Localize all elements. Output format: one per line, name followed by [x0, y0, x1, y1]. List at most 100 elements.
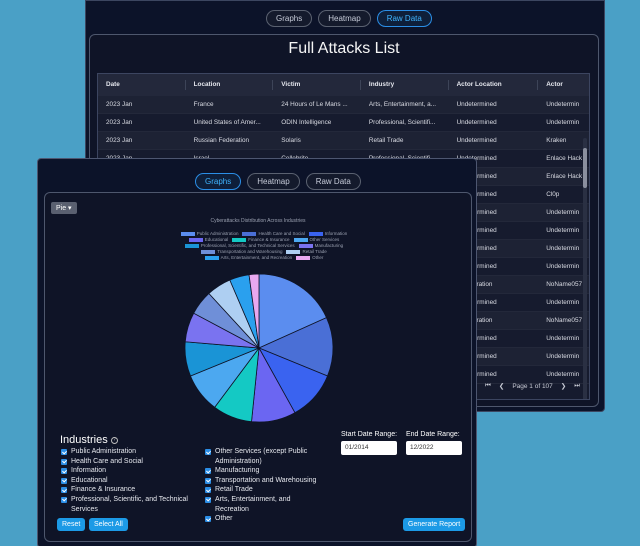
table-cell: ODIN Intelligence — [281, 119, 332, 126]
checkbox-checked-icon[interactable] — [205, 487, 211, 494]
industry-checkbox-row[interactable]: Retail Trade — [205, 485, 323, 495]
checkbox-checked-icon[interactable] — [61, 458, 67, 465]
table-cell: Enlace Hack — [546, 173, 583, 180]
table-cell: Cl0p — [546, 191, 560, 198]
table-cell: Russian Federation — [193, 137, 250, 144]
industry-label: Arts, Entertainment, and Recreation — [215, 495, 291, 513]
table-cell: 2023 Jan — [106, 101, 133, 108]
end-date-input[interactable]: 12/2022 — [406, 441, 462, 455]
graphs-panel: Pie ▾ Cyberattacks Distribution Across I… — [44, 192, 472, 542]
checkbox-checked-icon[interactable] — [205, 468, 211, 475]
start-date-label: Start Date Range: — [341, 431, 398, 438]
prev-page-icon[interactable]: ❮ — [499, 382, 504, 390]
table-row[interactable]: 2023 Jan Russian Federation Solaris Retail … — [98, 132, 589, 150]
table-cell: Undetermin — [546, 101, 580, 108]
checkbox-checked-icon[interactable] — [205, 516, 211, 523]
tab-graphs[interactable]: Graphs — [195, 173, 242, 190]
table-cell: Undetermin — [546, 119, 580, 126]
table-cell: 24 Hours of Le Mans ... — [281, 101, 348, 108]
table-cell: Undetermined — [456, 137, 497, 144]
table-cell: NoName057 — [546, 317, 583, 324]
industries-right-column: Other Services (except Public Administra… — [205, 447, 323, 524]
checkbox-checked-icon[interactable] — [61, 468, 67, 475]
graphs-window: Graphs Heatmap Raw Data Pie ▾ Cyberattac… — [37, 158, 477, 546]
industry-label: Educational — [71, 476, 108, 484]
industry-checkbox-row[interactable]: Other Services (except Public Administra… — [205, 447, 323, 466]
column-header[interactable]: Victim — [273, 80, 361, 90]
pie-chart — [184, 273, 334, 423]
checkbox-checked-icon[interactable] — [61, 487, 67, 494]
industry-checkbox-row[interactable]: Health Care and Social — [61, 457, 191, 467]
table-cell: Undetermin — [546, 227, 580, 234]
industry-label: Manufacturing — [215, 467, 260, 475]
industry-checkbox-row[interactable]: Arts, Entertainment, and Recreation — [205, 495, 323, 514]
table-cell: Arts, Entertainment, a... — [368, 101, 437, 108]
column-header[interactable]: Location — [186, 80, 274, 90]
page-indicator: Page 1 of 107 — [512, 382, 553, 390]
end-date-label: End Date Range: — [406, 431, 460, 438]
industry-label: Public Administration — [71, 448, 136, 455]
last-page-icon[interactable]: ⏭ — [574, 382, 580, 390]
industry-label: Information — [71, 467, 107, 475]
industries-left-column: Public Administration Health Care and Soc… — [61, 447, 191, 514]
table-cell: Solaris — [281, 137, 301, 144]
table-cell: Undetermin — [546, 371, 580, 378]
table-row[interactable]: 2023 Jan France 24 Hours of Le Mans ... Art… — [98, 96, 589, 114]
first-page-icon[interactable]: ⏮ — [485, 382, 491, 390]
checkbox-checked-icon[interactable] — [205, 449, 211, 455]
checkbox-checked-icon[interactable] — [61, 496, 67, 503]
tab-raw-data[interactable]: Raw Data — [305, 173, 361, 190]
table-scrollbar[interactable] — [583, 138, 587, 399]
industry-checkbox-row[interactable]: Manufacturing — [205, 466, 323, 476]
column-header[interactable]: Date — [98, 80, 186, 90]
industry-checkbox-row[interactable]: Educational — [61, 476, 191, 486]
table-cell: 2023 Jan — [106, 119, 133, 126]
industry-label: Finance & Insurance — [71, 486, 136, 494]
table-cell: United States of Amer... — [193, 119, 261, 126]
tab-heatmap[interactable]: Heatmap — [318, 10, 371, 27]
industry-checkbox-row[interactable]: Information — [61, 466, 191, 476]
industry-label: Other Services (except Public Administra… — [215, 448, 308, 465]
column-header[interactable]: Industry — [361, 80, 449, 90]
industries-title: Industries? — [60, 434, 118, 446]
table-cell: NoName057 — [546, 281, 583, 288]
industry-checkbox-row[interactable]: Public Administration — [61, 447, 191, 457]
view-tabs: Graphs Heatmap Raw Data — [266, 10, 432, 27]
select-all-button[interactable]: Select All — [89, 518, 128, 531]
checkbox-checked-icon[interactable] — [61, 477, 67, 484]
industry-label: Retail Trade — [215, 486, 253, 494]
checkbox-checked-icon[interactable] — [61, 449, 67, 455]
industry-checkbox-row[interactable]: Transportation and Warehousing — [205, 476, 323, 486]
info-icon[interactable]: ? — [110, 436, 118, 444]
industry-label: Transportation and Warehousing — [215, 476, 317, 484]
industry-checkbox-row[interactable]: Professional, Scientific, and Technical … — [61, 495, 191, 514]
industry-checkbox-row[interactable]: Finance & Insurance — [61, 485, 191, 495]
table-cell: Undetermin — [546, 245, 580, 252]
start-date-input[interactable]: 01/2014 — [341, 441, 397, 455]
industry-label: Professional, Scientific, and Technical … — [71, 495, 188, 513]
page-title: Full Attacks List — [288, 40, 400, 57]
table-cell: Undetermin — [546, 209, 580, 216]
table-cell: 2023 Jan — [106, 137, 133, 144]
industries-title-text: Industries — [60, 434, 108, 446]
table-cell: Kraken — [546, 137, 567, 144]
tab-raw-data[interactable]: Raw Data — [376, 10, 432, 27]
checkbox-checked-icon[interactable] — [205, 496, 211, 503]
next-page-icon[interactable]: ❯ — [561, 382, 566, 390]
table-cell: Undetermin — [546, 263, 580, 270]
table-cell: Professional, Scientifi... — [368, 119, 436, 126]
column-header[interactable]: Actor — [538, 80, 589, 90]
tab-heatmap[interactable]: Heatmap — [247, 173, 300, 190]
checkbox-checked-icon[interactable] — [205, 477, 211, 484]
generate-report-button[interactable]: Generate Report — [403, 518, 466, 531]
pagination: ⏮ ❮ Page 1 of 107 ❯ ⏭ — [485, 382, 580, 390]
reset-button[interactable]: Reset — [57, 518, 86, 531]
table-cell: Undetermined — [456, 119, 497, 126]
tab-graphs[interactable]: Graphs — [266, 10, 313, 27]
scrollbar-thumb[interactable] — [583, 148, 587, 188]
column-header[interactable]: Actor Location — [449, 80, 539, 90]
table-row[interactable]: 2023 Jan United States of Amer... ODIN Int… — [98, 114, 589, 132]
industry-label: Other — [215, 515, 233, 523]
table-cell: Enlace Hack — [546, 155, 583, 162]
industry-checkbox-row[interactable]: Other — [205, 514, 323, 524]
